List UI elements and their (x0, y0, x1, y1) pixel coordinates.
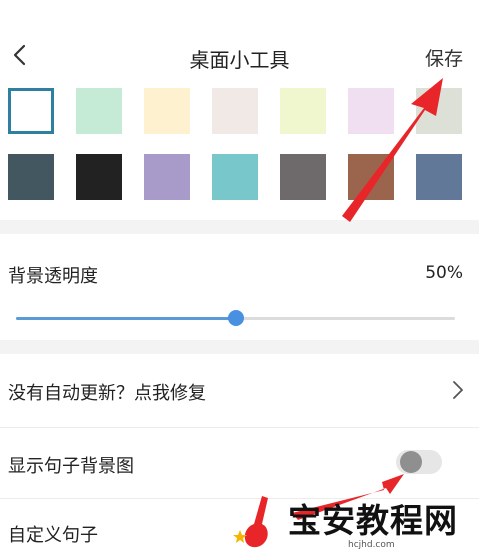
color-swatch[interactable] (212, 154, 258, 200)
watermark: 宝安教程网 hcjhd.com (230, 488, 479, 557)
color-swatch[interactable] (348, 154, 394, 200)
color-swatch[interactable] (144, 154, 190, 200)
color-swatch[interactable] (416, 154, 462, 200)
opacity-slider-fill (16, 317, 236, 320)
section-divider (0, 220, 479, 234)
color-swatch[interactable] (416, 88, 462, 134)
opacity-value: 50% (425, 263, 463, 283)
section-divider (0, 340, 479, 354)
auto-update-fix-label[interactable]: 没有自动更新？点我修复 (8, 379, 206, 405)
site-logo-icon (233, 496, 268, 548)
color-swatch[interactable] (144, 88, 190, 134)
color-swatch[interactable] (348, 88, 394, 134)
color-swatch[interactable] (212, 88, 258, 134)
show-bg-image-label: 显示句子背景图 (8, 456, 134, 477)
opacity-label: 背景透明度 (8, 266, 98, 287)
header: 桌面小工具 保存 (0, 0, 479, 82)
color-swatch[interactable] (280, 88, 326, 134)
save-button[interactable]: 保存 (425, 44, 463, 71)
watermark-text: 宝安教程网 (288, 501, 458, 540)
opacity-slider-thumb[interactable] (227, 310, 244, 326)
custom-sentence-label[interactable]: 自定义句子 (8, 521, 98, 547)
color-swatch[interactable] (76, 88, 122, 134)
chevron-right-icon[interactable] (451, 378, 465, 402)
page-title: 桌面小工具 (189, 48, 290, 72)
color-swatch[interactable] (280, 154, 326, 200)
color-swatch[interactable] (76, 154, 122, 200)
row-divider (0, 427, 479, 428)
show-bg-image-toggle[interactable] (396, 450, 442, 474)
color-swatch[interactable] (8, 88, 54, 134)
watermark-url: hcjhd.com (348, 540, 395, 550)
toggle-knob (400, 451, 422, 473)
color-swatch[interactable] (8, 154, 54, 200)
